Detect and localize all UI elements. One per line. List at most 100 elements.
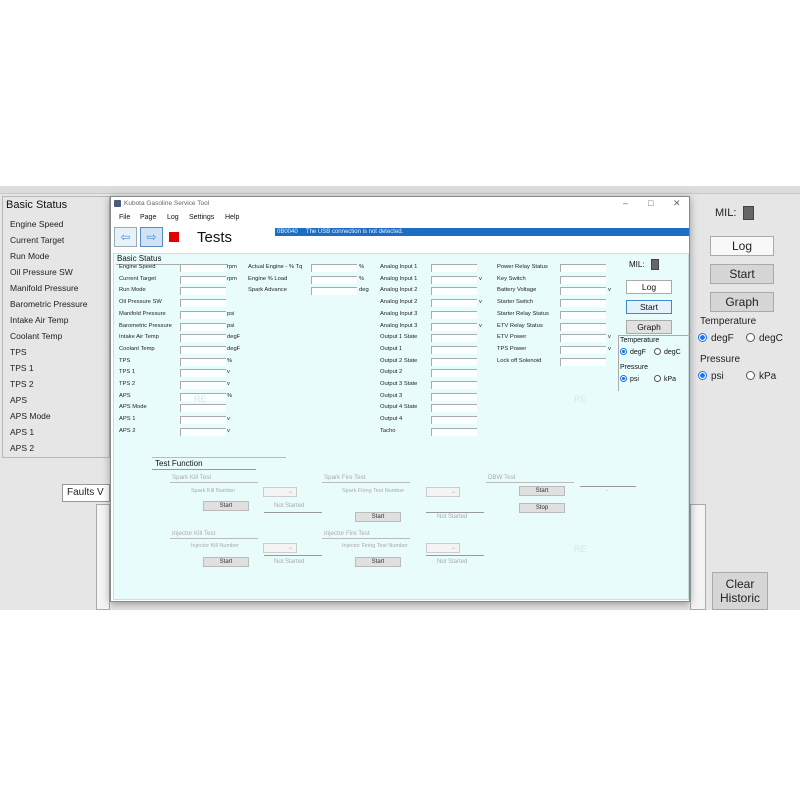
radio-unselected-icon <box>654 375 661 382</box>
maximize-icon[interactable]: □ <box>648 198 653 208</box>
field-value <box>431 369 477 377</box>
field-value <box>560 264 606 272</box>
start-button[interactable]: Start <box>626 300 672 314</box>
field-label: Analog Input 2 <box>380 287 418 293</box>
spark-kill-number-select[interactable]: ⌄ <box>263 487 297 497</box>
injector-kill-number-label: Injector Kill Number <box>191 543 239 549</box>
field-label: Key Switch <box>497 276 526 282</box>
background-degc-radio[interactable]: degC <box>746 333 783 344</box>
injector-fire-number-label: Injector Firing Test Number <box>342 543 408 549</box>
field-unit: % <box>359 276 365 282</box>
background-label: TPS <box>10 347 27 357</box>
field-label: ETV Power <box>497 334 527 340</box>
graph-button[interactable]: Graph <box>626 320 672 334</box>
background-label: Manifold Pressure <box>10 283 79 293</box>
field-label: Starter Relay Status <box>497 311 549 317</box>
watermark: RE <box>574 394 587 404</box>
close-icon[interactable]: ✕ <box>673 198 681 209</box>
psi-radio[interactable]: psi <box>620 375 639 383</box>
field-value <box>431 404 477 412</box>
background-mil-indicator <box>743 206 754 220</box>
back-arrow-icon[interactable]: ⇦ <box>114 227 137 247</box>
background-label: Oil Pressure SW <box>10 267 73 277</box>
watermark: RE <box>194 394 207 404</box>
menu-log[interactable]: Log <box>167 214 179 221</box>
injector-kill-line <box>170 538 258 539</box>
field-value <box>431 416 477 424</box>
chevron-down-icon: ⌄ <box>287 489 293 495</box>
field-label: Current Target <box>119 276 156 282</box>
forward-arrow-icon[interactable]: ⇨ <box>140 227 163 247</box>
background-label: APS <box>10 395 28 405</box>
spark-kill-number-label: Spark Kill Number <box>191 488 236 494</box>
injector-kill-number-select[interactable]: ⌄ <box>263 543 297 553</box>
field-value <box>431 346 477 354</box>
spark-fire-line <box>322 482 410 483</box>
menu-page[interactable]: Page <box>140 214 156 221</box>
field-label: Analog Input 1 <box>380 276 418 282</box>
field-value <box>431 276 477 284</box>
background-mil-label: MIL: <box>715 207 737 219</box>
log-button[interactable]: Log <box>626 280 672 294</box>
background-panel-left <box>96 504 110 610</box>
kpa-radio[interactable]: kPa <box>654 375 676 383</box>
injector-fire-number-select[interactable]: ⌄ <box>426 543 460 553</box>
field-value <box>180 369 226 377</box>
dbw-start-button[interactable]: Start <box>519 486 565 496</box>
field-value <box>311 264 357 272</box>
minimize-icon[interactable]: – <box>623 198 628 208</box>
field-label: Output 2 State <box>380 358 418 364</box>
status-bar: 0B0040 The USB connection is not detecte… <box>275 228 689 236</box>
mil-label: MIL: <box>629 260 645 269</box>
watermark: RE <box>574 544 587 554</box>
field-label: APS Mode <box>119 404 147 410</box>
background-toolbar <box>0 186 800 194</box>
spark-fire-status: Not Started <box>437 514 468 520</box>
field-unit: % <box>227 358 233 364</box>
spark-fire-start-button[interactable]: Start <box>355 512 401 522</box>
test-function-line <box>152 457 286 458</box>
basic-status-title: Basic Status <box>117 254 162 263</box>
field-value <box>311 287 357 295</box>
degf-radio[interactable]: degF <box>620 348 646 356</box>
spark-kill-start-button[interactable]: Start <box>203 501 249 511</box>
background-label: APS 1 <box>10 427 35 437</box>
background-psi-radio[interactable]: psi <box>698 371 724 382</box>
field-value <box>560 299 606 307</box>
field-label: TPS <box>119 358 131 364</box>
field-label: Output 2 <box>380 369 403 375</box>
field-unit: v <box>479 299 482 305</box>
stop-icon[interactable] <box>169 232 179 242</box>
injector-kill-status-line <box>264 555 322 556</box>
background-kpa-radio[interactable]: kPa <box>746 371 776 382</box>
background-faults-tab[interactable]: Faults V <box>62 484 110 502</box>
page-title: Tests <box>197 229 233 246</box>
injector-kill-start-button[interactable]: Start <box>203 557 249 567</box>
background-graph-button[interactable]: Graph <box>710 292 774 312</box>
field-unit: v <box>608 334 611 340</box>
dbw-value-line <box>580 486 636 487</box>
field-label: Tacho <box>380 428 396 434</box>
menu-settings[interactable]: Settings <box>189 214 214 221</box>
background-label: Run Mode <box>10 251 50 261</box>
chevron-down-icon: ⌄ <box>450 545 456 551</box>
spark-kill-status-line <box>264 512 322 513</box>
field-unit: v <box>608 346 611 352</box>
degc-radio[interactable]: degC <box>654 348 681 356</box>
background-degf-radio[interactable]: degF <box>698 333 734 344</box>
menu-file[interactable]: File <box>119 214 130 221</box>
spark-fire-number-select[interactable]: ⌄ <box>426 487 460 497</box>
field-unit: % <box>227 393 233 399</box>
field-value <box>180 323 226 331</box>
menu-help[interactable]: Help <box>225 214 239 221</box>
background-label: APS 2 <box>10 443 35 453</box>
spark-fire-title: Spark Fire Test <box>324 474 366 481</box>
field-label: Starter Switch <box>497 299 534 305</box>
dbw-stop-button[interactable]: Stop <box>519 503 565 513</box>
background-start-button[interactable]: Start <box>710 264 774 284</box>
chevron-down-icon: ⌄ <box>450 489 456 495</box>
background-clear-historic-button[interactable]: Clear Historic <box>712 572 768 610</box>
background-log-button[interactable]: Log <box>710 236 774 256</box>
mil-indicator <box>651 259 659 270</box>
injector-fire-start-button[interactable]: Start <box>355 557 401 567</box>
